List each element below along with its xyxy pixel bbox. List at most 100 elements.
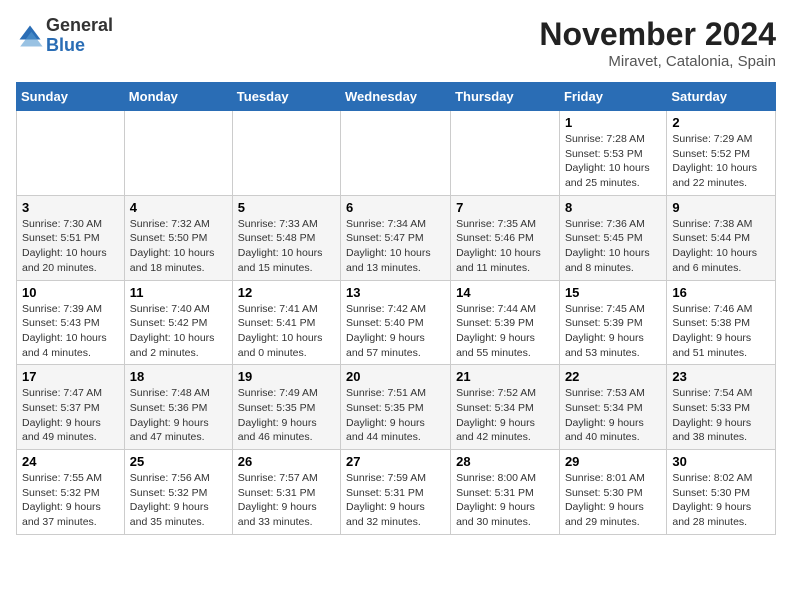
day-info: Sunrise: 8:01 AMSunset: 5:30 PMDaylight:… [565, 471, 661, 530]
calendar-cell: 2 Sunrise: 7:29 AMSunset: 5:52 PMDaylight… [667, 111, 776, 196]
day-number: 20 [346, 369, 445, 384]
day-info: Sunrise: 7:32 AMSunset: 5:50 PMDaylight:… [130, 217, 227, 276]
day-info: Sunrise: 7:56 AMSunset: 5:32 PMDaylight:… [130, 471, 227, 530]
calendar-cell [341, 111, 451, 196]
day-info: Sunrise: 7:41 AMSunset: 5:41 PMDaylight:… [238, 302, 335, 361]
weekday-header-sunday: Sunday [17, 83, 125, 111]
weekday-header-wednesday: Wednesday [341, 83, 451, 111]
calendar-table: SundayMondayTuesdayWednesdayThursdayFrid… [16, 82, 776, 535]
calendar-cell: 17Sunrise: 7:47 AMSunset: 5:37 PMDayligh… [17, 365, 125, 450]
day-info: Sunrise: 7:29 AMSunset: 5:52 PMDaylight:… [672, 132, 770, 191]
day-info: Sunrise: 7:53 AMSunset: 5:34 PMDaylight:… [565, 386, 661, 445]
logo: General Blue [16, 16, 113, 56]
day-number: 19 [238, 369, 335, 384]
day-info: Sunrise: 8:00 AMSunset: 5:31 PMDaylight:… [456, 471, 554, 530]
calendar-cell: 28 Sunrise: 8:00 AMSunset: 5:31 PMDayligh… [451, 450, 560, 535]
day-number: 2 [672, 115, 770, 130]
calendar-week-2: 3Sunrise: 7:30 AMSunset: 5:51 PMDaylight… [17, 195, 776, 280]
month-title: November 2024 [539, 16, 776, 53]
day-number: 1 [565, 115, 661, 130]
calendar-cell [451, 111, 560, 196]
calendar-cell: 30 Sunrise: 8:02 AMSunset: 5:30 PMDayligh… [667, 450, 776, 535]
day-info: Sunrise: 7:33 AMSunset: 5:48 PMDaylight:… [238, 217, 335, 276]
day-number: 9 [672, 200, 770, 215]
calendar-cell: 14 Sunrise: 7:44 AMSunset: 5:39 PMDayligh… [451, 280, 560, 365]
day-info: Sunrise: 8:02 AMSunset: 5:30 PMDaylight:… [672, 471, 770, 530]
weekday-header-tuesday: Tuesday [232, 83, 340, 111]
day-number: 15 [565, 285, 661, 300]
day-info: Sunrise: 7:49 AMSunset: 5:35 PMDaylight:… [238, 386, 335, 445]
day-number: 16 [672, 285, 770, 300]
calendar-cell: 13 Sunrise: 7:42 AMSunset: 5:40 PMDayligh… [341, 280, 451, 365]
calendar-cell [17, 111, 125, 196]
calendar-cell: 1 Sunrise: 7:28 AMSunset: 5:53 PMDaylight… [559, 111, 666, 196]
logo-blue: Blue [46, 35, 85, 55]
calendar-week-5: 24 Sunrise: 7:55 AMSunset: 5:32 PMDayligh… [17, 450, 776, 535]
day-info: Sunrise: 7:52 AMSunset: 5:34 PMDaylight:… [456, 386, 554, 445]
day-number: 26 [238, 454, 335, 469]
calendar-cell: 16 Sunrise: 7:46 AMSunset: 5:38 PMDayligh… [667, 280, 776, 365]
calendar-cell: 25 Sunrise: 7:56 AMSunset: 5:32 PMDayligh… [124, 450, 232, 535]
day-number: 30 [672, 454, 770, 469]
day-number: 22 [565, 369, 661, 384]
day-number: 10 [22, 285, 119, 300]
day-number: 28 [456, 454, 554, 469]
day-number: 23 [672, 369, 770, 384]
day-number: 5 [238, 200, 335, 215]
day-info: Sunrise: 7:42 AMSunset: 5:40 PMDaylight:… [346, 302, 445, 361]
day-info: Sunrise: 7:34 AMSunset: 5:47 PMDaylight:… [346, 217, 445, 276]
weekday-header-row: SundayMondayTuesdayWednesdayThursdayFrid… [17, 83, 776, 111]
day-number: 21 [456, 369, 554, 384]
day-info: Sunrise: 7:36 AMSunset: 5:45 PMDaylight:… [565, 217, 661, 276]
calendar-week-1: 1 Sunrise: 7:28 AMSunset: 5:53 PMDaylight… [17, 111, 776, 196]
day-info: Sunrise: 7:57 AMSunset: 5:31 PMDaylight:… [238, 471, 335, 530]
day-number: 6 [346, 200, 445, 215]
day-number: 4 [130, 200, 227, 215]
location: Miravet, Catalonia, Spain [539, 53, 776, 70]
page-header: General Blue November 2024 Miravet, Cata… [16, 16, 776, 70]
calendar-cell: 7Sunrise: 7:35 AMSunset: 5:46 PMDaylight… [451, 195, 560, 280]
weekday-header-monday: Monday [124, 83, 232, 111]
calendar-cell: 5 Sunrise: 7:33 AMSunset: 5:48 PMDaylight… [232, 195, 340, 280]
day-number: 29 [565, 454, 661, 469]
calendar-cell: 4 Sunrise: 7:32 AMSunset: 5:50 PMDaylight… [124, 195, 232, 280]
day-number: 18 [130, 369, 227, 384]
day-number: 27 [346, 454, 445, 469]
calendar-week-3: 10 Sunrise: 7:39 AMSunset: 5:43 PMDayligh… [17, 280, 776, 365]
weekday-header-thursday: Thursday [451, 83, 560, 111]
calendar-cell: 9 Sunrise: 7:38 AMSunset: 5:44 PMDaylight… [667, 195, 776, 280]
calendar-cell: 12 Sunrise: 7:41 AMSunset: 5:41 PMDayligh… [232, 280, 340, 365]
day-number: 13 [346, 285, 445, 300]
day-number: 14 [456, 285, 554, 300]
day-info: Sunrise: 7:38 AMSunset: 5:44 PMDaylight:… [672, 217, 770, 276]
calendar-cell: 27 Sunrise: 7:59 AMSunset: 5:31 PMDayligh… [341, 450, 451, 535]
calendar-cell: 26 Sunrise: 7:57 AMSunset: 5:31 PMDayligh… [232, 450, 340, 535]
calendar-cell: 15 Sunrise: 7:45 AMSunset: 5:39 PMDayligh… [559, 280, 666, 365]
day-info: Sunrise: 7:48 AMSunset: 5:36 PMDaylight:… [130, 386, 227, 445]
calendar-cell: 6 Sunrise: 7:34 AMSunset: 5:47 PMDaylight… [341, 195, 451, 280]
day-info: Sunrise: 7:51 AMSunset: 5:35 PMDaylight:… [346, 386, 445, 445]
calendar-cell: 10 Sunrise: 7:39 AMSunset: 5:43 PMDayligh… [17, 280, 125, 365]
day-info: Sunrise: 7:46 AMSunset: 5:38 PMDaylight:… [672, 302, 770, 361]
day-info: Sunrise: 7:39 AMSunset: 5:43 PMDaylight:… [22, 302, 119, 361]
day-number: 12 [238, 285, 335, 300]
day-number: 24 [22, 454, 119, 469]
calendar-week-4: 17Sunrise: 7:47 AMSunset: 5:37 PMDayligh… [17, 365, 776, 450]
day-info: Sunrise: 7:47 AMSunset: 5:37 PMDaylight:… [22, 386, 119, 445]
logo-general: General [46, 15, 113, 35]
day-info: Sunrise: 7:44 AMSunset: 5:39 PMDaylight:… [456, 302, 554, 361]
logo-icon [16, 22, 44, 50]
weekday-header-friday: Friday [559, 83, 666, 111]
day-number: 25 [130, 454, 227, 469]
calendar-cell: 3Sunrise: 7:30 AMSunset: 5:51 PMDaylight… [17, 195, 125, 280]
calendar-cell: 24 Sunrise: 7:55 AMSunset: 5:32 PMDayligh… [17, 450, 125, 535]
weekday-header-saturday: Saturday [667, 83, 776, 111]
day-info: Sunrise: 7:59 AMSunset: 5:31 PMDaylight:… [346, 471, 445, 530]
title-block: November 2024 Miravet, Catalonia, Spain [539, 16, 776, 70]
day-info: Sunrise: 7:55 AMSunset: 5:32 PMDaylight:… [22, 471, 119, 530]
day-info: Sunrise: 7:30 AMSunset: 5:51 PMDaylight:… [22, 217, 119, 276]
day-info: Sunrise: 7:28 AMSunset: 5:53 PMDaylight:… [565, 132, 661, 191]
calendar-cell: 22 Sunrise: 7:53 AMSunset: 5:34 PMDayligh… [559, 365, 666, 450]
day-info: Sunrise: 7:45 AMSunset: 5:39 PMDaylight:… [565, 302, 661, 361]
calendar-cell: 8Sunrise: 7:36 AMSunset: 5:45 PMDaylight… [559, 195, 666, 280]
